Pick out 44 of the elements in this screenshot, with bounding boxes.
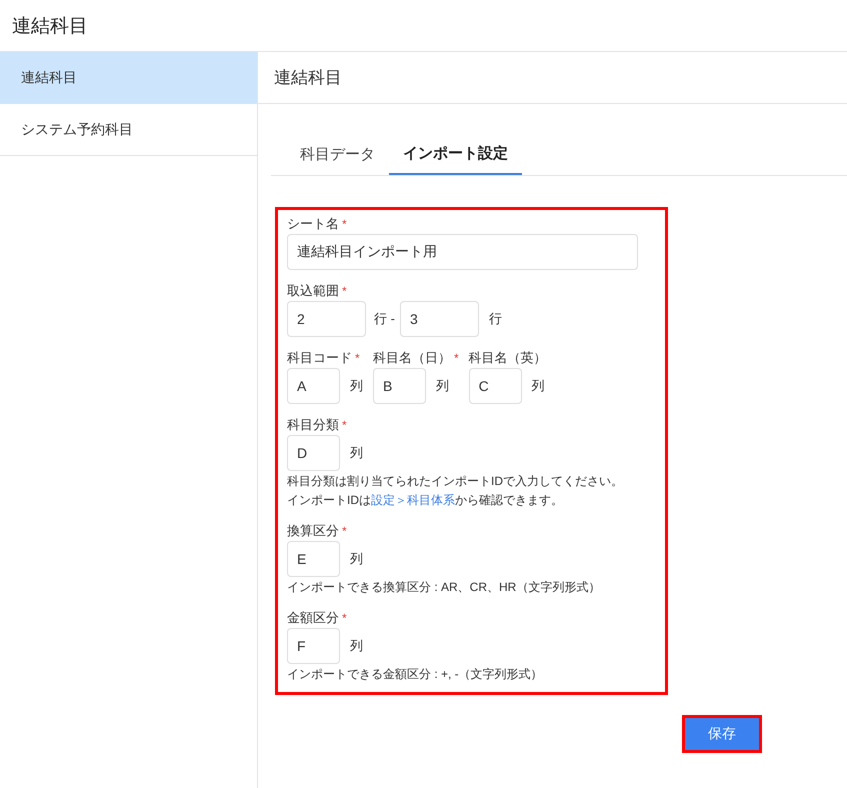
required-mark: * [342, 284, 347, 298]
field-label: シート名 [287, 215, 339, 233]
input-field[interactable]: F [287, 628, 340, 664]
required-mark: * [355, 351, 360, 365]
required-mark: * [454, 351, 459, 365]
input-field[interactable]: 連結科目インポート用 [287, 234, 638, 270]
required-mark: * [342, 418, 347, 432]
help-text: インポートできる金額区分 : +, -（文字列形式） [287, 666, 544, 683]
unit-label: 行 - [374, 310, 395, 328]
field-label: 換算区分 [287, 522, 339, 540]
required-mark: * [342, 524, 347, 538]
unit-label: 列 [350, 550, 363, 568]
required-mark: * [342, 611, 347, 625]
input-field[interactable]: 3 [400, 301, 479, 337]
field-label: 科目名（英） [468, 349, 547, 367]
input-field[interactable]: A [287, 368, 340, 404]
input-field[interactable]: D [287, 435, 340, 471]
save-button[interactable]: 保存 [682, 715, 762, 753]
field-label: 科目コード [287, 349, 352, 367]
tab[interactable]: 科目データ [286, 134, 389, 175]
unit-label: 列 [436, 377, 449, 395]
help-text: 科目分類は割り当てられたインポートIDで入力してください。 [287, 473, 624, 490]
app-title: 連結科目 [12, 14, 88, 38]
help-text: インポートIDは設定＞科目体系から確認できます。 [287, 492, 564, 509]
input-field[interactable]: C [468, 368, 522, 404]
page-title: 連結科目 [274, 67, 342, 89]
sidebar-item[interactable]: 連結科目 [0, 52, 257, 104]
tab[interactable]: インポート設定 [389, 134, 522, 175]
required-mark: * [342, 217, 347, 231]
unit-label: 行 [488, 310, 502, 328]
unit-label: 列 [350, 444, 363, 462]
input-field[interactable]: 2 [287, 301, 366, 337]
help-text: インポートできる換算区分 : AR、CR、HR（文字列形式） [287, 579, 602, 596]
field-label: 取込範囲 [287, 282, 339, 300]
input-field[interactable]: B [373, 368, 426, 404]
unit-label: 列 [350, 377, 363, 395]
field-label: 金額区分 [287, 609, 339, 627]
input-field[interactable]: E [287, 541, 340, 577]
field-label: 科目名（日） [373, 349, 451, 367]
sidebar-item[interactable]: システム予約科目 [0, 104, 257, 156]
field-label: 科目分類 [287, 416, 339, 434]
unit-label: 列 [532, 377, 545, 395]
unit-label: 列 [350, 637, 363, 655]
link[interactable]: 設定＞科目体系 [371, 493, 455, 507]
